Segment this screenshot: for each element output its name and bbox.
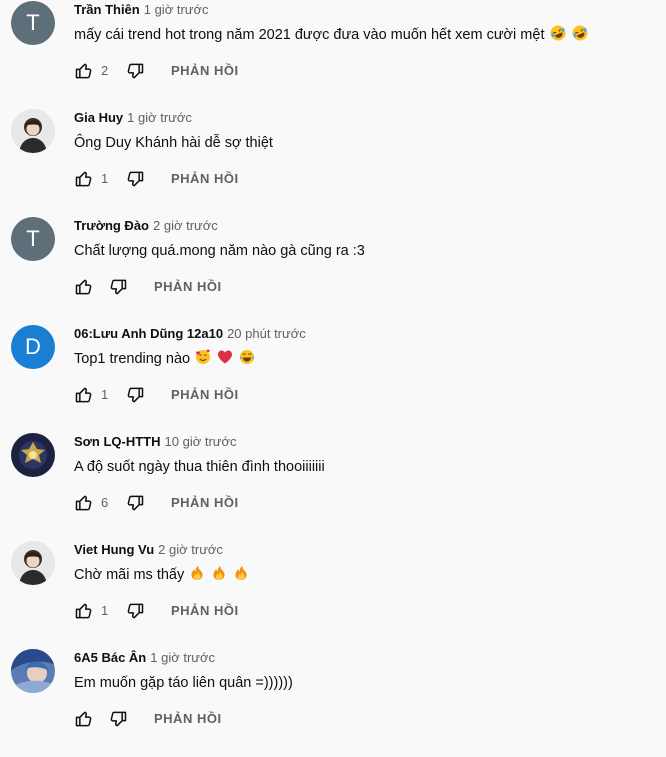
comment-time[interactable]: 20 phút trước: [227, 326, 306, 341]
comment-body: Top1 trending nào: [74, 351, 191, 367]
avatar[interactable]: T: [11, 217, 55, 261]
tears-of-joy-emoji-icon: [238, 350, 256, 367]
reply-button[interactable]: PHẢN HỒI: [154, 710, 222, 728]
comment-header: Viet Hung Vu 2 giờ trước: [74, 541, 223, 559]
dislike-icon[interactable]: [125, 61, 145, 81]
author-name[interactable]: 6A5 Bác Ân: [74, 650, 146, 665]
dislike-icon[interactable]: [125, 493, 145, 513]
comment-item: T Trần Thiên 1 giờ trước mấy cái trend hot …: [0, 1, 666, 109]
dislike-icon[interactable]: [125, 169, 145, 189]
comment-time[interactable]: 2 giờ trước: [153, 218, 218, 233]
like-icon[interactable]: [74, 169, 94, 189]
avatar-letter: T: [26, 226, 40, 251]
comment-body: A độ suốt ngày thua thiên đình thooiiiii…: [74, 459, 325, 475]
comment-text: Top1 trending nào: [74, 349, 256, 369]
comment-text: mấy cái trend hot trong năm 2021 được đư…: [74, 25, 589, 45]
comment-body: mấy cái trend hot trong năm 2021 được đư…: [74, 27, 545, 43]
avatar-person-photo[interactable]: [11, 541, 55, 585]
fire-emoji-icon: [188, 566, 206, 583]
like-count: 1: [101, 603, 109, 618]
reply-button[interactable]: PHẢN HỒI: [171, 602, 239, 620]
dislike-icon[interactable]: [125, 385, 145, 405]
comment-text: Em muốn gặp táo liên quân =)))))): [74, 673, 293, 693]
dislike-icon[interactable]: [108, 709, 128, 729]
avatar-letter: T: [26, 10, 40, 35]
avatar[interactable]: T: [11, 1, 55, 45]
like-icon[interactable]: [74, 61, 94, 81]
comment-text: Chờ mãi ms thấy: [74, 565, 250, 585]
reply-button[interactable]: PHẢN HỒI: [171, 386, 239, 404]
dislike-icon[interactable]: [108, 277, 128, 297]
fire-emoji-icon: [210, 566, 228, 583]
comment-item: Sơn LQ-HTTH 10 giờ trước A độ suốt ngày th…: [0, 433, 666, 541]
comment-time[interactable]: 10 giờ trước: [165, 434, 237, 449]
author-name[interactable]: Trường Đào: [74, 218, 149, 233]
comment-header: Sơn LQ-HTTH 10 giờ trước: [74, 433, 237, 451]
comment-body: Chờ mãi ms thấy: [74, 567, 185, 583]
like-icon[interactable]: [74, 277, 94, 297]
comment-item: Viet Hung Vu 2 giờ trước Chờ mãi ms thấy 1…: [0, 541, 666, 649]
avatar-person-photo[interactable]: [11, 109, 55, 153]
like-count: 2: [101, 63, 109, 78]
rolling-laughing-emoji-icon: [571, 25, 589, 43]
reply-button[interactable]: PHẢN HỒI: [171, 170, 239, 188]
author-name[interactable]: Sơn LQ-HTTH: [74, 434, 161, 449]
reply-button[interactable]: PHẢN HỒI: [154, 278, 222, 296]
like-icon[interactable]: [74, 385, 94, 405]
comment-header: 6A5 Bác Ân 1 giờ trước: [74, 649, 215, 667]
comment-text: Ông Duy Khánh hài dễ sợ thiệt: [74, 133, 273, 153]
comment-item: 6A5 Bác Ân 1 giờ trước Em muốn gặp táo liê…: [0, 649, 666, 757]
avatar-anime-photo[interactable]: [11, 649, 55, 693]
like-icon[interactable]: [74, 601, 94, 621]
comment-body: Chất lượng quá.mong năm nào gà cũng ra :…: [74, 243, 365, 259]
comment-text: Chất lượng quá.mong năm nào gà cũng ra :…: [74, 241, 365, 261]
comment-item: D 06:Lưu Anh Dũng 12a10 20 phút trước Top1 …: [0, 325, 666, 433]
comment-header: Trường Đào 2 giờ trước: [74, 217, 218, 235]
like-icon[interactable]: [74, 493, 94, 513]
comment-time[interactable]: 1 giờ trước: [144, 2, 209, 17]
comment-body: Ông Duy Khánh hài dễ sợ thiệt: [74, 135, 273, 151]
comment-item: T Trường Đào 2 giờ trước Chất lượng quá.mon…: [0, 217, 666, 325]
comment-body: Em muốn gặp táo liên quân =)))))): [74, 675, 293, 691]
like-count: 6: [101, 495, 109, 510]
red-heart-emoji-icon: [216, 350, 234, 367]
smiling-face-with-hearts-emoji-icon: [194, 349, 212, 367]
author-name[interactable]: Viet Hung Vu: [74, 542, 154, 557]
comment-header: 06:Lưu Anh Dũng 12a10 20 phút trước: [74, 325, 306, 343]
like-count: 1: [101, 171, 109, 186]
comment-time[interactable]: 1 giờ trước: [127, 110, 192, 125]
dislike-icon[interactable]: [125, 601, 145, 621]
reply-button[interactable]: PHẢN HỒI: [171, 62, 239, 80]
author-name[interactable]: 06:Lưu Anh Dũng 12a10: [74, 326, 223, 341]
reply-button[interactable]: PHẢN HỒI: [171, 494, 239, 512]
like-icon[interactable]: [74, 709, 94, 729]
comment-header: Gia Huy 1 giờ trước: [74, 109, 192, 127]
fire-emoji-icon: [232, 566, 250, 583]
comment-header: Trần Thiên 1 giờ trước: [74, 1, 209, 19]
comment-item: Gia Huy 1 giờ trước Ông Duy Khánh hài dễ s…: [0, 109, 666, 217]
like-count: 1: [101, 387, 109, 402]
avatar-game-emblem-photo[interactable]: [11, 433, 55, 477]
avatar-letter: D: [25, 334, 41, 359]
comment-time[interactable]: 2 giờ trước: [158, 542, 223, 557]
avatar[interactable]: D: [11, 325, 55, 369]
rolling-laughing-emoji-icon: [549, 25, 567, 43]
comment-text: A độ suốt ngày thua thiên đình thooiiiii…: [74, 457, 325, 477]
author-name[interactable]: Trần Thiên: [74, 2, 140, 17]
author-name[interactable]: Gia Huy: [74, 110, 123, 125]
comment-time[interactable]: 1 giờ trước: [150, 650, 215, 665]
